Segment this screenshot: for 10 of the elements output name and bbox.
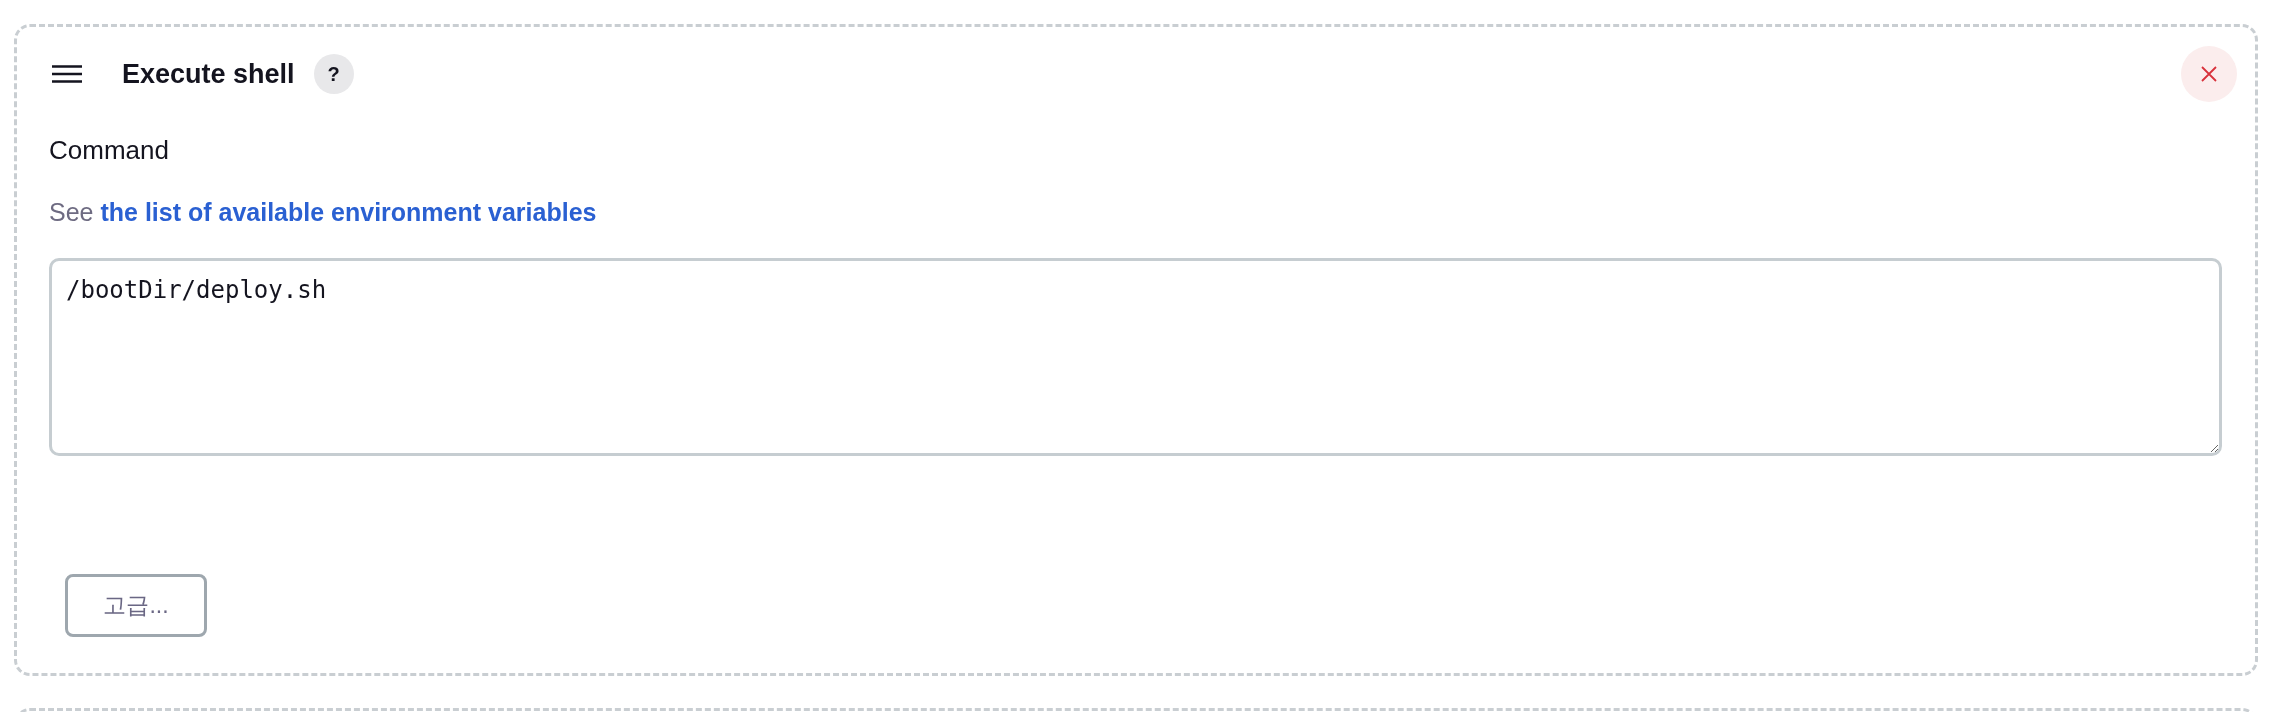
environment-variables-hint: See the list of available environment variables bbox=[49, 197, 597, 228]
advanced-button[interactable]: 고급... bbox=[65, 574, 207, 637]
delete-button[interactable] bbox=[2181, 46, 2237, 102]
environment-variables-link[interactable]: the list of available environment variables bbox=[100, 198, 597, 226]
command-label: Command bbox=[49, 134, 169, 166]
help-button[interactable]: ? bbox=[313, 54, 354, 94]
drag-handle-icon[interactable] bbox=[52, 65, 82, 83]
step-title: Execute shell bbox=[122, 58, 295, 90]
command-textarea[interactable]: /bootDir/deploy.sh bbox=[49, 258, 2222, 456]
close-icon bbox=[2201, 66, 2217, 82]
